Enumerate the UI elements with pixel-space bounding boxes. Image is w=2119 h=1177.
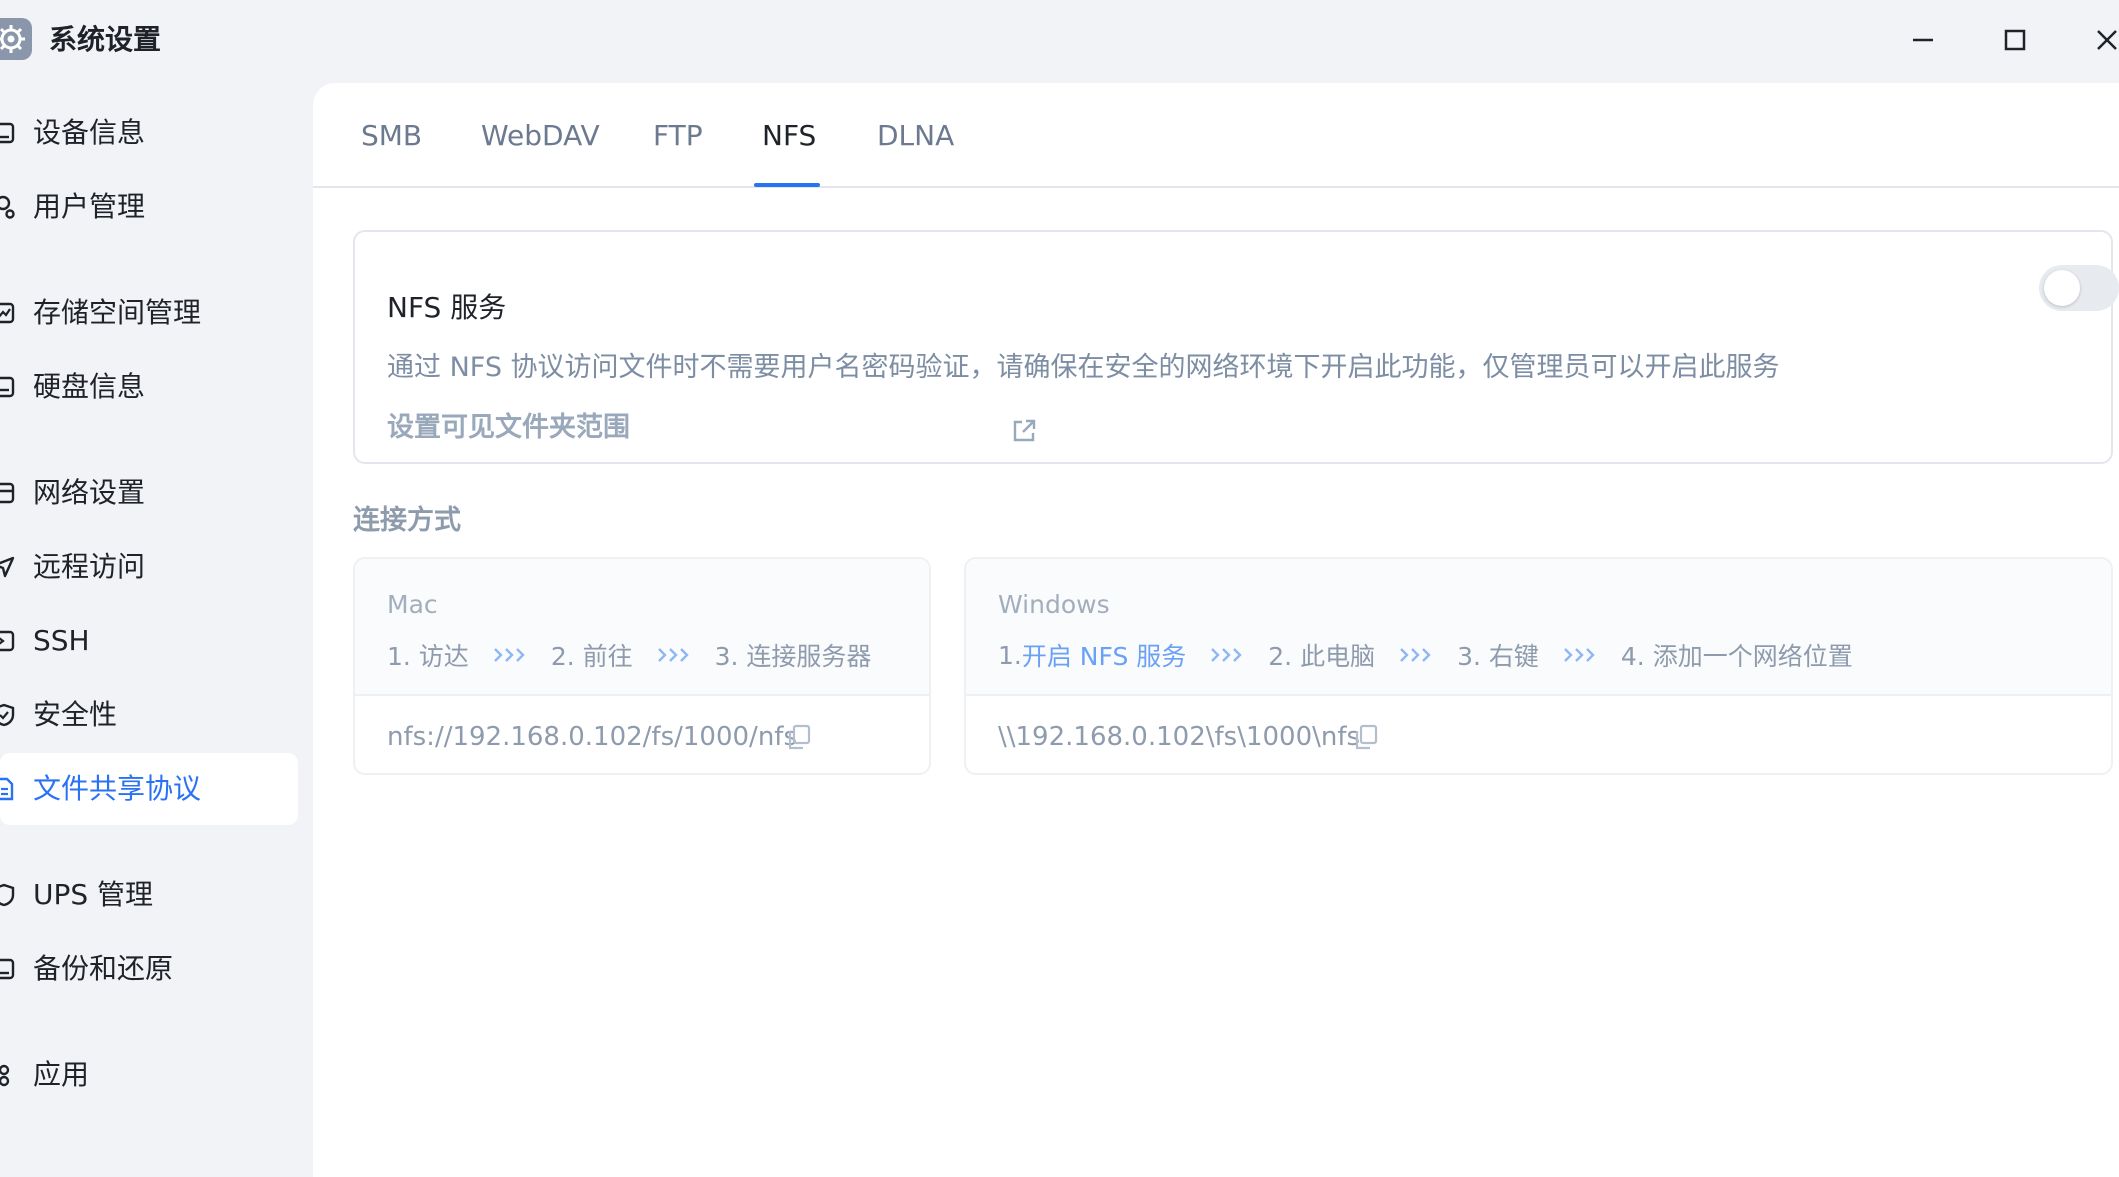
copy-icon[interactable] bbox=[785, 723, 813, 751]
main-panel: SMB WebDAV FTP NFS DLNA NFS 服务 通过 NFS 协议… bbox=[313, 83, 2119, 1177]
windows-connection-card: Windows 1. 开启 NFS 服务 2. 此电脑 3. 右键 4. 添加一… bbox=[964, 557, 2113, 775]
backup-icon bbox=[0, 957, 16, 981]
maximize-button[interactable] bbox=[1995, 20, 2035, 60]
storage-icon bbox=[0, 301, 16, 325]
mac-connection-header: Mac 1. 访达 2. 前往 3. 连接服务器 bbox=[355, 559, 929, 696]
chevrons-right-icon bbox=[1400, 648, 1431, 662]
maximize-icon bbox=[2004, 29, 2026, 51]
network-icon bbox=[0, 481, 16, 505]
tab-dlna[interactable]: DLNA bbox=[877, 83, 954, 188]
mac-os-label: Mac bbox=[387, 590, 438, 619]
mac-step: 1. 访达 bbox=[387, 642, 469, 671]
nfs-service-title: NFS 服务 bbox=[387, 291, 507, 324]
users-icon bbox=[0, 195, 16, 219]
chevrons-right-icon bbox=[1211, 648, 1242, 662]
chevrons-right-icon bbox=[1564, 648, 1595, 662]
windows-steps: 1. 开启 NFS 服务 2. 此电脑 3. 右键 4. 添加一个网络位置 bbox=[998, 637, 1853, 673]
sidebar-item-backup[interactable]: 备份和还原 bbox=[0, 933, 298, 1005]
sidebar-item-ssh[interactable]: SSH bbox=[0, 605, 298, 677]
chevrons-right-icon bbox=[493, 648, 525, 662]
mac-connection-card: Mac 1. 访达 2. 前往 3. 连接服务器 nfs://192.168.0… bbox=[353, 557, 931, 775]
ups-icon bbox=[0, 883, 16, 907]
shield-icon bbox=[0, 703, 16, 727]
tab-nfs[interactable]: NFS bbox=[762, 83, 816, 188]
mac-steps: 1. 访达 2. 前往 3. 连接服务器 bbox=[387, 637, 871, 673]
protocol-tabs: SMB WebDAV FTP NFS DLNA bbox=[313, 83, 2119, 188]
windows-step: 3. 右键 bbox=[1457, 642, 1539, 671]
nfs-service-description: 通过 NFS 协议访问文件时不需要用户名密码验证，请确保在安全的网络环境下开启此… bbox=[387, 352, 1780, 383]
sidebar-item-device-info[interactable]: 设备信息 bbox=[0, 97, 298, 169]
enable-nfs-link[interactable]: 开启 NFS 服务 bbox=[1022, 637, 1186, 673]
sidebar-item-security[interactable]: 安全性 bbox=[0, 679, 298, 751]
mac-step: 3. 连接服务器 bbox=[714, 642, 872, 671]
mac-nfs-path: nfs://192.168.0.102/fs/1000/nfs bbox=[387, 722, 797, 752]
sidebar-item-user-management[interactable]: 用户管理 bbox=[0, 171, 298, 243]
nfs-service-card: NFS 服务 通过 NFS 协议访问文件时不需要用户名密码验证，请确保在安全的网… bbox=[353, 230, 2119, 464]
window-title: 系统设置 bbox=[49, 23, 162, 56]
chevrons-right-icon bbox=[657, 648, 689, 662]
mac-step: 2. 前往 bbox=[550, 642, 633, 671]
sidebar: 设备信息 用户管理 存储空间管理 硬盘信息 网络设置 远程访问 SSH 安全性 … bbox=[0, 82, 312, 1177]
connection-method-label: 连接方式 bbox=[353, 505, 461, 536]
windows-nfs-path: \\192.168.0.102\fs\1000\nfs bbox=[998, 722, 1361, 752]
toggle-knob bbox=[2044, 270, 2080, 306]
close-button[interactable] bbox=[2087, 20, 2119, 60]
disk-icon bbox=[0, 375, 16, 399]
tab-ftp[interactable]: FTP bbox=[653, 83, 703, 188]
minimize-button[interactable] bbox=[1903, 20, 1943, 60]
external-link-icon[interactable] bbox=[1010, 417, 1038, 445]
tab-webdav[interactable]: WebDAV bbox=[481, 83, 600, 188]
gear-icon bbox=[0, 18, 32, 60]
sidebar-item-apps[interactable]: 应用 bbox=[0, 1039, 298, 1111]
file-share-icon bbox=[0, 777, 16, 801]
sidebar-item-disk-info[interactable]: 硬盘信息 bbox=[0, 351, 298, 423]
windows-step-prefix: 1. bbox=[998, 640, 1022, 670]
sidebar-item-file-sharing[interactable]: 文件共享协议 bbox=[0, 753, 298, 825]
sidebar-item-network[interactable]: 网络设置 bbox=[0, 457, 298, 529]
windows-connection-header: Windows 1. 开启 NFS 服务 2. 此电脑 3. 右键 4. 添加一… bbox=[966, 559, 2111, 696]
close-icon bbox=[2097, 30, 2117, 50]
nfs-service-toggle[interactable] bbox=[2039, 265, 2119, 311]
minimize-icon bbox=[1913, 38, 1933, 42]
tab-smb[interactable]: SMB bbox=[361, 83, 422, 188]
windows-os-label: Windows bbox=[998, 590, 1110, 619]
title-bar: 系统设置 bbox=[0, 0, 2119, 82]
sidebar-item-remote-access[interactable]: 远程访问 bbox=[0, 531, 298, 603]
device-icon bbox=[0, 121, 16, 145]
apps-icon bbox=[0, 1063, 16, 1087]
terminal-icon bbox=[0, 629, 16, 653]
windows-step: 2. 此电脑 bbox=[1268, 642, 1376, 671]
sidebar-item-ups[interactable]: UPS 管理 bbox=[0, 859, 298, 931]
active-tab-indicator bbox=[754, 183, 820, 187]
sidebar-item-storage[interactable]: 存储空间管理 bbox=[0, 277, 298, 349]
remote-icon bbox=[0, 555, 16, 579]
windows-step: 4. 添加一个网络位置 bbox=[1620, 642, 1853, 671]
copy-icon[interactable] bbox=[1352, 723, 1380, 751]
visible-folders-link[interactable]: 设置可见文件夹范围 bbox=[387, 410, 630, 446]
